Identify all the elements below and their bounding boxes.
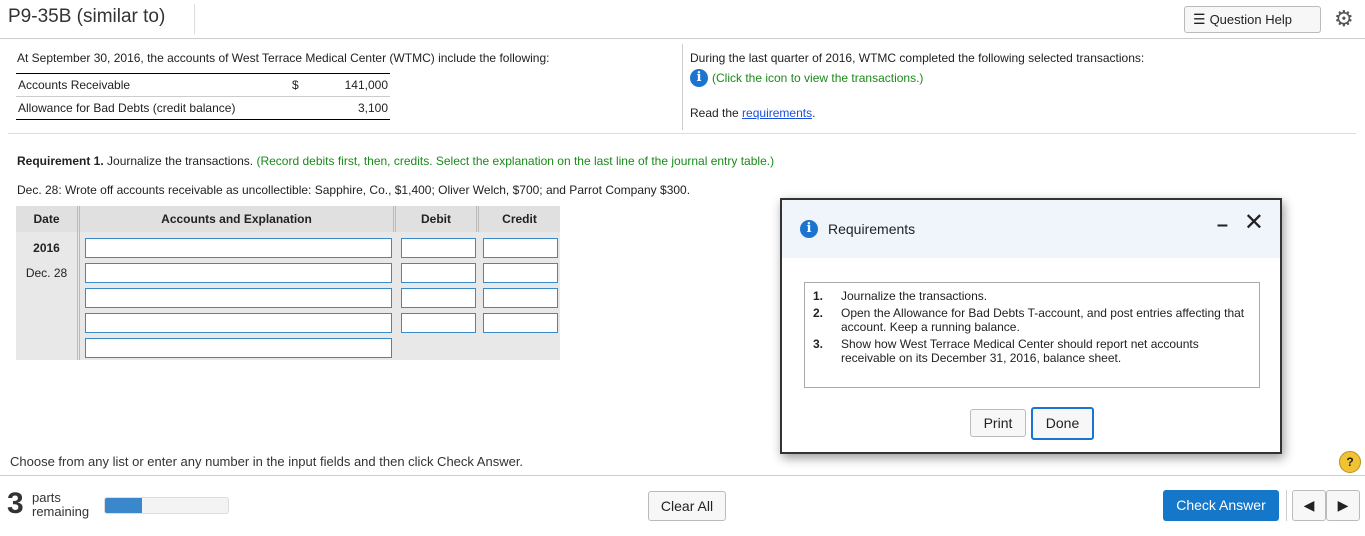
minimize-icon[interactable]: –: [1217, 214, 1228, 237]
print-button[interactable]: Print: [970, 409, 1026, 437]
previous-button[interactable]: ◀: [1292, 490, 1326, 521]
info-icon[interactable]: i: [690, 69, 708, 87]
divider: [194, 4, 195, 34]
accounts-table: Accounts Receivable $141,000 Allowance fo…: [16, 73, 390, 120]
list-icon: ☰: [1193, 11, 1206, 27]
requirement-item: 3. Show how West Terrace Medical Center s…: [813, 337, 1251, 365]
clear-all-button[interactable]: Clear All: [648, 491, 726, 521]
requirements-list: 1. Journalize the transactions. 2. Open th…: [804, 282, 1260, 388]
next-button[interactable]: ▶: [1326, 490, 1360, 521]
account-input[interactable]: [85, 288, 392, 308]
parts-label-1: parts: [32, 490, 61, 505]
parts-label: parts remaining: [32, 491, 89, 519]
currency: [290, 97, 320, 120]
dialog-title: Requirements: [828, 221, 916, 237]
account-name: Allowance for Bad Debts (credit balance): [18, 101, 236, 115]
debit-input[interactable]: [401, 288, 476, 308]
requirement-body: Journalize the transactions.: [103, 154, 257, 168]
close-icon[interactable]: ✕: [1244, 208, 1264, 237]
requirement-item: 1. Journalize the transactions.: [813, 289, 1251, 303]
divider: [1286, 490, 1287, 521]
item-number: 2.: [813, 306, 824, 320]
requirement-hint: (Record debits first, then, credits. Sel…: [256, 154, 775, 168]
account-input[interactable]: [85, 238, 392, 258]
read-suffix: .: [812, 106, 816, 120]
account-input[interactable]: [85, 263, 392, 283]
divider: [8, 133, 1356, 134]
journal-table: Date Accounts and Explanation Debit Cred…: [16, 206, 560, 360]
info-icon: i: [800, 220, 818, 238]
gear-icon[interactable]: ⚙: [1334, 6, 1354, 32]
item-text: Show how West Terrace Medical Center sho…: [841, 337, 1199, 365]
requirement-item: 2. Open the Allowance for Bad Debts T-acc…: [813, 306, 1251, 334]
currency: $: [292, 78, 299, 92]
header-date: Date: [16, 206, 80, 232]
dialog-header: i Requirements: [782, 200, 1280, 258]
item-number: 3.: [813, 337, 824, 351]
parts-label-2: remaining: [32, 504, 90, 519]
divider: [0, 475, 1365, 476]
year: 2016: [33, 241, 60, 255]
transactions-intro: During the last quarter of 2016, WTMC co…: [690, 51, 1145, 65]
amount: 3,100: [357, 101, 388, 115]
requirements-dialog: i Requirements – ✕ 1. Journalize the trans…: [780, 198, 1282, 454]
page-title: P9-35B (similar to): [8, 6, 166, 27]
item-text: Open the Allowance for Bad Debts T-accou…: [841, 306, 1245, 334]
date: Dec. 28: [25, 266, 68, 280]
requirements-link[interactable]: requirements: [742, 106, 812, 120]
credit-input[interactable]: [483, 238, 558, 258]
done-button[interactable]: Done: [1031, 407, 1094, 440]
debit-input[interactable]: [401, 313, 476, 333]
item-number: 1.: [813, 289, 824, 303]
credit-input[interactable]: [483, 313, 558, 333]
account-name: Accounts Receivable: [18, 78, 131, 92]
progress-bar: [104, 497, 229, 514]
debit-input[interactable]: [401, 263, 476, 283]
account-input[interactable]: [85, 313, 392, 333]
amount: 141,000: [344, 78, 388, 92]
transaction-text: Dec. 28: Wrote off accounts receivable a…: [17, 183, 691, 197]
parts-count: 3: [7, 487, 24, 520]
requirement-text: Requirement 1. Journalize the transactio…: [17, 154, 774, 168]
credit-input[interactable]: [483, 263, 558, 283]
divider: [0, 38, 1365, 39]
requirement-label: Requirement 1.: [17, 154, 104, 168]
date-column: 2016 Dec. 28: [16, 232, 80, 360]
read-requirements: Read the requirements.: [690, 106, 815, 120]
header-debit: Debit: [396, 206, 479, 232]
question-help-label: Question Help: [1209, 12, 1292, 27]
item-text: Journalize the transactions.: [841, 289, 988, 303]
progress-fill: [105, 498, 142, 513]
credit-input[interactable]: [483, 288, 558, 308]
check-answer-button[interactable]: Check Answer: [1163, 490, 1279, 521]
instruction-text: Choose from any list or enter any number…: [10, 454, 524, 469]
explanation-input[interactable]: [85, 338, 392, 358]
header-credit: Credit: [479, 206, 560, 232]
debit-input[interactable]: [401, 238, 476, 258]
question-help-button[interactable]: ☰ Question Help: [1184, 6, 1321, 33]
help-icon[interactable]: ?: [1339, 451, 1361, 473]
intro-text: At September 30, 2016, the accounts of W…: [17, 51, 550, 65]
transactions-link[interactable]: i (Click the icon to view the transaction…: [690, 69, 923, 87]
header-accounts: Accounts and Explanation: [80, 206, 396, 232]
transactions-link-text[interactable]: (Click the icon to view the transactions…: [712, 71, 923, 85]
read-prefix: Read the: [690, 106, 743, 120]
divider: [682, 44, 683, 130]
